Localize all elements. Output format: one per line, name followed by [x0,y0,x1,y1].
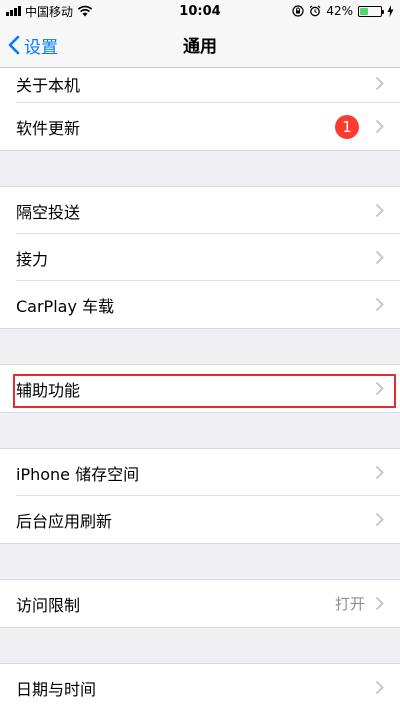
list-item-label: 接力 [16,249,49,269]
list-item-software-update[interactable]: 软件更新 1 [0,103,400,150]
status-bar: 中国移动 10:04 42% [0,0,400,22]
alarm-icon [309,5,321,17]
chevron-right-icon [375,596,384,611]
section-gap [0,543,400,580]
section-gap [0,150,400,187]
list-item-label: 后台应用刷新 [16,511,113,531]
chevron-right-icon [375,512,384,527]
chevron-right-icon [375,381,384,396]
list-item-date-time[interactable]: 日期与时间 [0,664,400,711]
list-item-iphone-storage[interactable]: iPhone 储存空间 [0,449,400,496]
list-item-label: 隔空投送 [16,202,81,222]
chevron-right-icon [375,297,384,312]
list-item-airdrop[interactable]: 隔空投送 [0,187,400,234]
section-gap [0,328,400,365]
chevron-right-icon [375,119,384,134]
restrictions-status: 打开 [334,595,365,613]
wifi-icon [77,5,93,17]
list-item-label: 日期与时间 [16,679,97,699]
chevron-right-icon [375,76,384,91]
battery-icon [358,5,384,17]
chevron-right-icon [375,680,384,695]
list-item-label: 软件更新 [16,118,81,138]
list-item-background-refresh[interactable]: 后台应用刷新 [0,496,400,543]
page-title: 通用 [183,37,217,57]
list-item-label: 辅助功能 [16,380,81,400]
update-count-badge: 1 [335,114,359,139]
chevron-right-icon [375,465,384,480]
list-item-label: 关于本机 [16,76,81,95]
navigation-bar: 设置 通用 [0,22,400,68]
list-item-carplay[interactable]: CarPlay 车载 [0,281,400,328]
list-item-label: CarPlay 车载 [16,296,115,316]
list-item-label: iPhone 储存空间 [16,464,140,484]
section-gap [0,627,400,664]
list-item-label: 访问限制 [16,595,81,615]
section-gap [0,412,400,449]
charging-bolt-icon [387,5,394,17]
list-item-about[interactable]: 关于本机 [0,68,400,103]
battery-percent: 42% [326,4,353,18]
list-item-handoff[interactable]: 接力 [0,234,400,281]
chevron-right-icon [375,203,384,218]
list-item-restrictions[interactable]: 访问限制 打开 [0,580,400,627]
settings-list: 关于本机 软件更新 1 隔空投送 接力 CarPlay 车载 辅助功能 iPho… [0,68,400,711]
carrier-name: 中国移动 [25,4,74,19]
chevron-right-icon [375,250,384,265]
list-item-accessibility[interactable]: 辅助功能 [0,365,400,412]
orientation-lock-icon [292,5,304,17]
signal-strength-icon [6,6,21,16]
